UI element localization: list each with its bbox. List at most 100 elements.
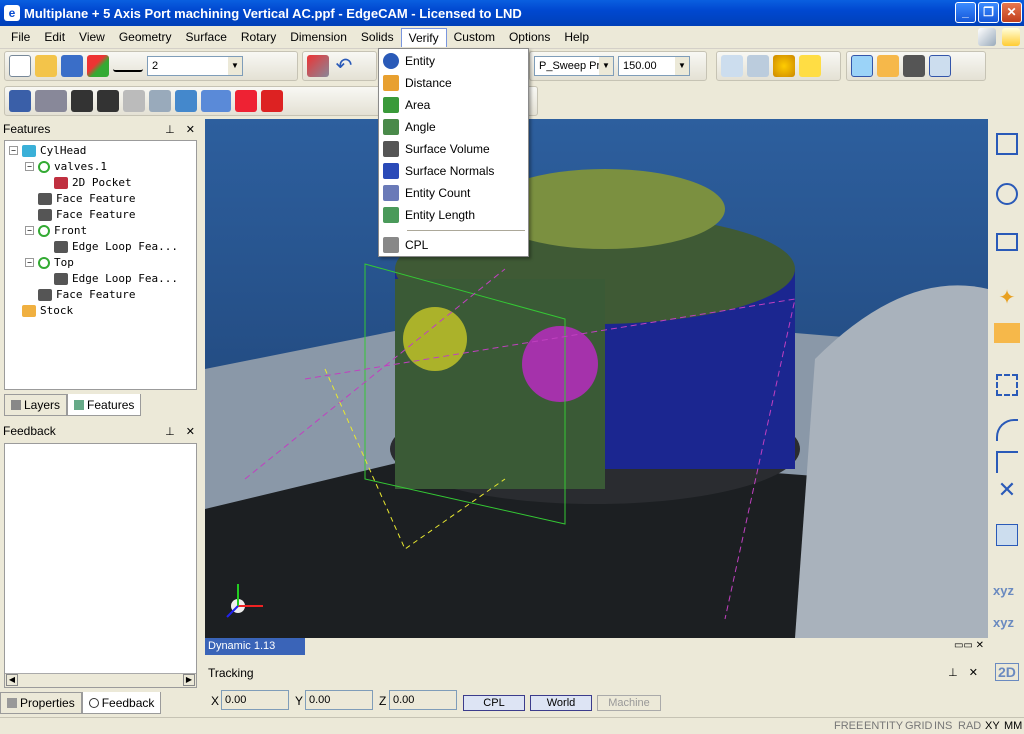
cpl-button[interactable]: CPL	[463, 695, 525, 711]
point-tool-icon[interactable]: ✦	[996, 285, 1018, 309]
panel-pin-close-icon[interactable]: ⊥ ✕	[165, 425, 199, 438]
fillet-tool-icon[interactable]	[996, 419, 1018, 441]
edit-pencil-icon[interactable]	[978, 28, 996, 46]
menu-verify[interactable]: Verify	[400, 27, 447, 47]
copy-feature-icon[interactable]	[123, 90, 145, 112]
solid-tool-icon[interactable]	[994, 323, 1020, 343]
line-tool-icon[interactable]	[996, 133, 1018, 155]
panel-pin-close-icon[interactable]: ⊥ ✕	[165, 123, 199, 136]
line-width-select[interactable]: 2 ▼	[147, 56, 243, 76]
xyz-snap-icon[interactable]: xyz	[993, 583, 1014, 598]
verify-surface-volume[interactable]: Surface Volume	[379, 138, 528, 160]
viewport-window-controls[interactable]: ▭▭ ✕	[954, 640, 984, 651]
tree-expand-toggle[interactable]: −	[25, 226, 34, 235]
horizontal-scrollbar[interactable]: ◀ ▶	[5, 673, 196, 687]
status-entity[interactable]: ENTITY	[864, 720, 903, 732]
mode-2d-icon[interactable]: 2D	[995, 663, 1019, 681]
transform-tool-icon[interactable]	[996, 374, 1018, 396]
hole-feature-icon[interactable]	[97, 90, 119, 112]
tab-properties[interactable]: Properties	[0, 692, 82, 714]
status-grid[interactable]: GRID	[905, 720, 933, 732]
tree-item[interactable]: Stock	[9, 304, 73, 317]
verify-cpl[interactable]: CPL	[379, 234, 528, 256]
tree-expand-toggle[interactable]: −	[9, 146, 18, 155]
world-button[interactable]: World	[530, 695, 592, 711]
rectangle-tool-icon[interactable]	[996, 233, 1018, 251]
cut-feature-icon[interactable]	[261, 90, 283, 112]
menu-surface[interactable]: Surface	[179, 28, 234, 46]
status-xy[interactable]: XY	[985, 720, 1000, 732]
status-mm[interactable]: MM	[1004, 720, 1022, 732]
zoom-window-icon[interactable]	[721, 55, 743, 77]
pocket-feature-icon[interactable]	[35, 90, 67, 112]
y-coordinate-field[interactable]: 0.00	[305, 690, 373, 710]
menu-view[interactable]: View	[72, 28, 112, 46]
circle-tool-icon[interactable]	[996, 183, 1018, 205]
verify-surface-normals[interactable]: Surface Normals	[379, 160, 528, 182]
panel-pin-close-icon[interactable]: ⊥ ✕	[948, 666, 982, 679]
menu-options[interactable]: Options	[502, 28, 557, 46]
z-coordinate-field[interactable]: 0.00	[389, 690, 457, 710]
tree-item[interactable]: Edge Loop Fea...	[41, 240, 178, 253]
x-coordinate-field[interactable]: 0.00	[221, 690, 289, 710]
corner-tool-icon[interactable]	[996, 451, 1018, 473]
graphics-viewport[interactable]	[205, 119, 988, 638]
tab-features[interactable]: Features	[67, 394, 142, 416]
face-feature-icon[interactable]	[71, 90, 93, 112]
machine-display-icon[interactable]	[903, 55, 925, 77]
line-style-icon[interactable]	[113, 60, 143, 72]
cpl-display-icon[interactable]	[929, 55, 951, 77]
menu-rotary[interactable]: Rotary	[234, 28, 283, 46]
tree-item[interactable]: 2D Pocket	[41, 176, 132, 189]
step-value-select[interactable]: 150.00 ▼	[618, 56, 690, 76]
tree-item[interactable]: Edge Loop Fea...	[41, 272, 178, 285]
status-ins[interactable]: INS	[934, 720, 952, 732]
menu-solids[interactable]: Solids	[354, 28, 401, 46]
help-pointer-icon[interactable]	[1002, 28, 1020, 46]
feature-finder-icon[interactable]	[9, 90, 31, 112]
pan-view-icon[interactable]	[799, 55, 821, 77]
trim-tool-icon[interactable]: ✕	[996, 479, 1018, 501]
maximize-button[interactable]: ❐	[978, 2, 999, 23]
transform-feature-icon[interactable]	[175, 90, 197, 112]
verify-distance[interactable]: Distance	[379, 72, 528, 94]
instance-feature-icon[interactable]	[149, 90, 171, 112]
dimension-tool-icon[interactable]	[996, 524, 1018, 546]
close-button[interactable]: ✕	[1001, 2, 1022, 23]
menu-edit[interactable]: Edit	[37, 28, 72, 46]
tree-item[interactable]: − CylHead	[9, 144, 86, 157]
tab-feedback[interactable]: Feedback	[81, 692, 162, 714]
shaded-cube-icon[interactable]	[851, 55, 873, 77]
stock-display-icon[interactable]	[877, 55, 899, 77]
tree-expand-toggle[interactable]: −	[25, 258, 34, 267]
tab-layers[interactable]: Layers	[4, 394, 68, 416]
status-free[interactable]: FREE	[834, 720, 863, 732]
tree-item[interactable]: − valves.1	[25, 160, 107, 173]
scroll-right-icon[interactable]: ▶	[183, 674, 195, 686]
zoom-extent-icon[interactable]	[747, 55, 769, 77]
new-file-icon[interactable]	[9, 55, 31, 77]
tree-item[interactable]: − Top	[25, 256, 74, 269]
tree-item[interactable]: − Front	[25, 224, 87, 237]
xyz-relative-icon[interactable]: xyz	[993, 615, 1014, 630]
menu-custom[interactable]: Custom	[447, 28, 502, 46]
verify-angle[interactable]: Angle	[379, 116, 528, 138]
status-rad[interactable]: RAD	[958, 720, 981, 732]
mirror-feature-icon[interactable]	[235, 90, 257, 112]
tree-item[interactable]: Face Feature	[25, 208, 135, 221]
verify-area[interactable]: Area	[379, 94, 528, 116]
machine-button[interactable]: Machine	[597, 695, 661, 711]
menu-help[interactable]: Help	[557, 28, 596, 46]
tree-expand-toggle[interactable]: −	[25, 162, 34, 171]
tree-item[interactable]: Face Feature	[25, 192, 135, 205]
open-folder-icon[interactable]	[35, 55, 57, 77]
move-feature-icon[interactable]	[201, 90, 231, 112]
scroll-left-icon[interactable]: ◀	[6, 674, 18, 686]
verify-entity-count[interactable]: Entity Count	[379, 182, 528, 204]
verify-entity[interactable]: Entity	[379, 50, 528, 72]
rotate-view-icon[interactable]	[773, 55, 795, 77]
undo-icon[interactable]: ↶	[333, 55, 355, 77]
menu-geometry[interactable]: Geometry	[112, 28, 179, 46]
color-picker-icon[interactable]	[87, 55, 109, 77]
tree-item[interactable]: Face Feature	[25, 288, 135, 301]
